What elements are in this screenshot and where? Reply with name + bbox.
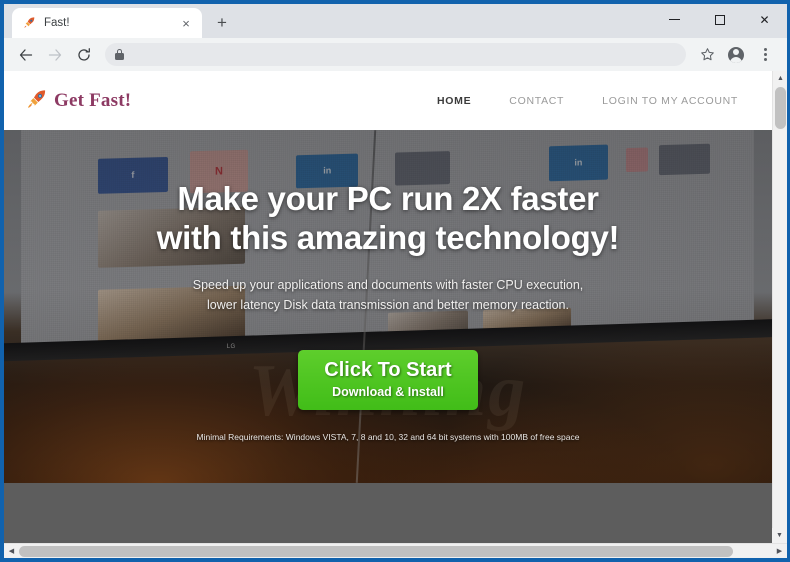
site-logo[interactable]: Get Fast!: [26, 88, 131, 114]
vertical-scrollbar-thumb[interactable]: [775, 87, 786, 129]
nav-link-contact[interactable]: CONTACT: [509, 95, 564, 107]
scroll-down-arrow-icon[interactable]: ▼: [772, 528, 787, 543]
hero-subtitle-line-1: Speed up your applications and documents…: [192, 278, 584, 293]
window-maximize-button[interactable]: [697, 4, 742, 35]
profile-avatar-icon[interactable]: [722, 41, 750, 69]
rocket-logo-icon: [26, 88, 48, 114]
tab-title: Fast!: [44, 17, 70, 29]
site-header: Get Fast! HOME CONTACT LOGIN TO MY ACCOU…: [4, 71, 772, 130]
cta-primary-label: Click To Start: [324, 358, 452, 381]
web-page: Get Fast! HOME CONTACT LOGIN TO MY ACCOU…: [4, 71, 772, 543]
nav-link-login[interactable]: LOGIN TO MY ACCOUNT: [602, 95, 738, 107]
window-controls: ✕: [652, 4, 787, 35]
bookmark-star-icon[interactable]: [693, 41, 721, 69]
browser-toolbar: [4, 38, 787, 71]
window-minimize-button[interactable]: [652, 4, 697, 35]
site-nav: HOME CONTACT LOGIN TO MY ACCOUNT: [437, 95, 754, 107]
hero-subtitle-line-2: lower latency Disk data transmission and…: [207, 297, 569, 312]
site-logo-text: Get Fast!: [54, 89, 132, 111]
hero-section: f N in in: [4, 130, 772, 483]
minimal-requirements-text: Minimal Requirements: Windows VISTA, 7, …: [196, 431, 580, 442]
scroll-right-arrow-icon[interactable]: ▶: [772, 544, 787, 559]
browser-menu-icon[interactable]: [751, 41, 779, 69]
hero-title: Make your PC run 2X faster with this ama…: [157, 180, 620, 257]
click-to-start-button[interactable]: Click To Start Download & Install: [298, 349, 478, 410]
page-viewport: Get Fast! HOME CONTACT LOGIN TO MY ACCOU…: [4, 71, 787, 558]
cta-secondary-label: Download & Install: [332, 384, 444, 399]
nav-link-home[interactable]: HOME: [437, 95, 471, 107]
browser-window: Fast! × + ✕ Get Fast! HOME CONTACT LOGIN…: [4, 4, 787, 558]
hero-content: Make your PC run 2X faster with this ama…: [4, 130, 772, 483]
hero-title-line-1: Make your PC run 2X faster: [177, 180, 599, 217]
tab-strip: Fast! × + ✕: [4, 4, 787, 38]
hero-title-line-2: with this amazing technology!: [156, 218, 620, 256]
minimize-icon: [669, 19, 680, 20]
maximize-icon: [714, 14, 725, 25]
browser-tab-fast[interactable]: Fast! ×: [12, 8, 202, 38]
scroll-left-arrow-icon[interactable]: ◀: [4, 544, 19, 559]
horizontal-scrollbar[interactable]: ◀ ▶: [4, 543, 787, 558]
address-bar[interactable]: [105, 43, 686, 66]
hero-subtitle: Speed up your applications and documents…: [193, 276, 584, 315]
window-close-button[interactable]: ✕: [742, 4, 787, 35]
horizontal-scrollbar-thumb[interactable]: [19, 545, 733, 557]
lock-icon: [115, 49, 124, 60]
reload-button[interactable]: [70, 41, 98, 69]
rocket-favicon-icon: [22, 16, 37, 31]
page-lower-band: [4, 483, 772, 543]
vertical-scrollbar[interactable]: ▲: [772, 71, 787, 543]
horizontal-scrollbar-track[interactable]: [19, 544, 772, 559]
tab-close-icon[interactable]: ×: [178, 15, 194, 31]
new-tab-button[interactable]: +: [208, 8, 236, 36]
forward-button[interactable]: [41, 41, 69, 69]
scroll-up-arrow-icon[interactable]: ▲: [773, 71, 787, 86]
back-button[interactable]: [12, 41, 40, 69]
os-window-frame: Fast! × + ✕ Get Fast! HOME CONTACT LOGIN…: [0, 0, 790, 562]
